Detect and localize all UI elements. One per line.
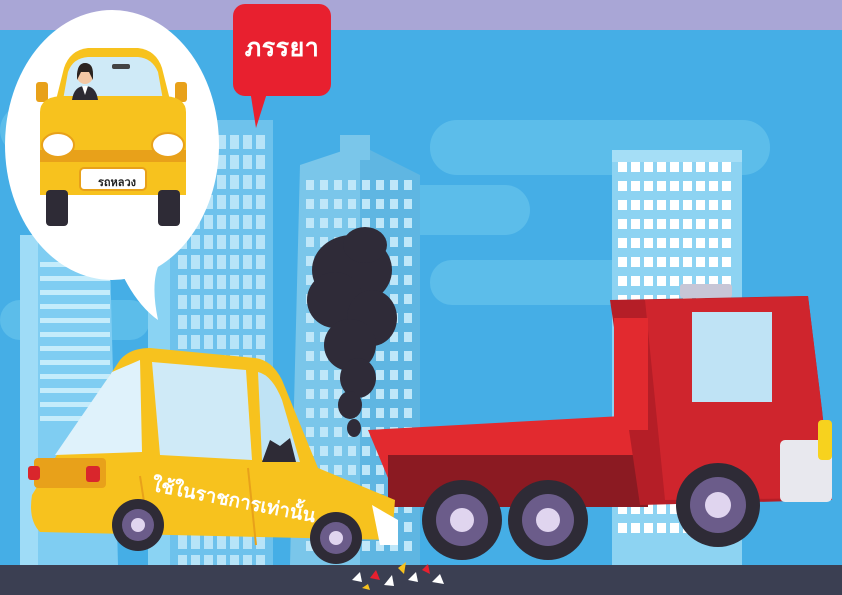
speech-bubble-label: ภรรยา (244, 33, 320, 62)
glass-shards-icon (352, 562, 444, 590)
illustration-scene: ภรรยา รถหลวง ใช้ในราชการเท่านั้น (0, 0, 842, 595)
tow-truck-icon (368, 284, 832, 560)
smoke-icon (307, 227, 397, 437)
foreground (5, 4, 832, 590)
license-plate-text: รถหลวง (97, 176, 137, 189)
